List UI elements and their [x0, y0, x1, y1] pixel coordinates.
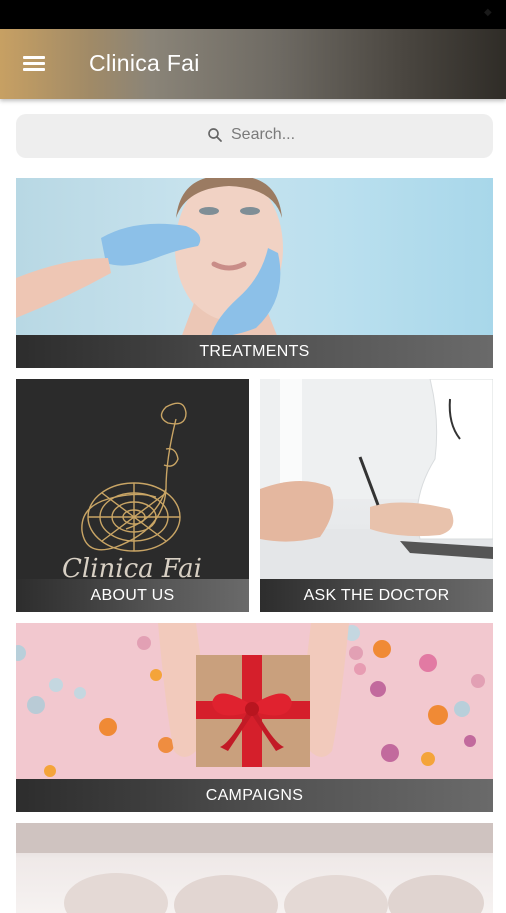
- search-icon: [208, 128, 222, 142]
- status-bar: ◆: [0, 0, 506, 29]
- tile-ask-the-doctor[interactable]: ASK THE DOCTOR: [260, 379, 493, 612]
- tile-label: TREATMENTS: [16, 335, 493, 368]
- menu-button[interactable]: [20, 51, 50, 77]
- campaigns-image: [16, 623, 485, 777]
- hamburger-menu-icon: [23, 56, 45, 59]
- tile-label: CAMPAIGNS: [16, 779, 493, 812]
- logo-text: Clinica Fai: [62, 554, 202, 579]
- tile-about-us[interactable]: Clinica Fai ABOUT US: [16, 379, 249, 612]
- tile-campaigns[interactable]: CAMPAIGNS: [16, 623, 493, 812]
- app-bar: Clinica Fai: [0, 29, 506, 99]
- search-input[interactable]: [231, 126, 351, 144]
- tile-label: ASK THE DOCTOR: [260, 579, 493, 612]
- tile-label: ABOUT US: [16, 579, 249, 612]
- doctor-image: [260, 379, 493, 579]
- search-bar[interactable]: [16, 114, 493, 158]
- status-icon: ◆: [484, 7, 492, 18]
- clinica-fai-logo: Clinica Fai: [62, 402, 202, 579]
- app-title: Clinica Fai: [89, 50, 200, 76]
- tile-treatments[interactable]: TREATMENTS: [16, 178, 493, 368]
- treatments-image: [16, 178, 283, 338]
